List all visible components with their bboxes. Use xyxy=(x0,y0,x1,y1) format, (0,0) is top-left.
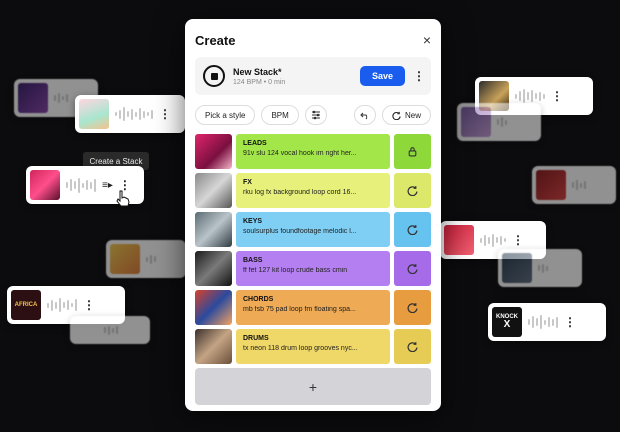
row-category: BASS xyxy=(243,257,263,264)
floating-track-card xyxy=(498,249,582,287)
stop-button[interactable] xyxy=(203,65,225,87)
album-thumbnail xyxy=(444,225,474,255)
refresh-icon[interactable] xyxy=(394,173,431,208)
add-layer-button[interactable]: + xyxy=(195,368,431,405)
pick-style-button[interactable]: Pick a style xyxy=(195,105,256,125)
row-category: KEYS xyxy=(243,218,263,225)
stack-name: New Stack* xyxy=(233,66,282,77)
album-thumbnail xyxy=(110,244,140,274)
stack-row[interactable]: KEYS soulsurplus foundfootage melodic l..… xyxy=(195,212,431,247)
album-art-text: AFRICA xyxy=(14,302,38,308)
row-sample-name: tx neon 118 drum loop grooves nyc... xyxy=(243,345,358,352)
album-thumbnail xyxy=(79,99,109,129)
row-category: FX xyxy=(243,179,252,186)
more-options-icon[interactable]: ⋮ xyxy=(564,316,576,328)
stack-row[interactable]: LEADS 91v slu 124 vocal hook im right her… xyxy=(195,134,431,169)
row-category: LEADS xyxy=(243,140,267,147)
more-options-icon[interactable]: ⋮ xyxy=(159,108,171,120)
row-body[interactable]: LEADS 91v slu 124 vocal hook im right her… xyxy=(236,134,390,169)
album-thumbnail xyxy=(461,107,491,137)
refresh-icon[interactable] xyxy=(394,251,431,286)
album-thumbnail xyxy=(18,83,48,113)
floating-track-card xyxy=(532,166,616,204)
waveform xyxy=(538,258,548,278)
refresh-icon[interactable] xyxy=(394,290,431,325)
row-body[interactable]: BASS ff fet 127 kit loop crude bass cmin xyxy=(236,251,390,286)
album-thumbnail xyxy=(30,170,60,200)
bpm-button[interactable]: BPM xyxy=(261,105,299,125)
floating-track-card[interactable]: KNOCK X ⋮ xyxy=(488,303,606,341)
waveform xyxy=(528,312,558,332)
floating-track-card xyxy=(106,240,186,278)
stack-header: New Stack* 124 BPM • 0 min Save ⋮ xyxy=(195,57,431,95)
close-icon[interactable]: × xyxy=(423,32,431,48)
more-options-icon[interactable]: ⋮ xyxy=(551,90,563,102)
row-body[interactable]: KEYS soulsurplus foundfootage melodic l..… xyxy=(236,212,390,247)
waveform xyxy=(47,295,77,315)
hand-cursor-icon xyxy=(116,190,130,207)
album-art-text: X xyxy=(503,319,511,330)
lock-icon[interactable] xyxy=(394,134,431,169)
row-sample-name: mb fsb 75 pad loop fm floating spa... xyxy=(243,306,356,313)
sliders-glyph xyxy=(311,110,320,120)
stack-row[interactable]: DRUMS tx neon 118 drum loop grooves nyc..… xyxy=(195,329,431,364)
more-options-icon[interactable]: ⋮ xyxy=(413,70,425,82)
toolbar: Pick a style BPM New xyxy=(195,105,431,125)
row-sample-name: ff fet 127 kit loop crude bass cmin xyxy=(243,267,348,274)
waveform xyxy=(54,88,68,108)
row-category: DRUMS xyxy=(243,335,269,342)
floating-track-card xyxy=(70,316,150,344)
waveform xyxy=(146,249,156,269)
album-thumbnail: KNOCK X xyxy=(492,307,522,337)
waveform xyxy=(115,104,153,124)
more-options-icon[interactable]: ⋮ xyxy=(83,299,95,311)
create-dialog: Create × New Stack* 124 BPM • 0 min Save… xyxy=(185,19,441,411)
stack-meta: 124 BPM • 0 min xyxy=(233,78,286,86)
create-stack-icon[interactable]: ≡▸ xyxy=(102,180,113,191)
row-sample-name: rku log fx background loop cord 16... xyxy=(243,189,357,196)
row-sample-name: soulsurplus foundfootage melodic l... xyxy=(243,228,357,235)
waveform xyxy=(66,175,96,195)
row-body[interactable]: FX rku log fx background loop cord 16... xyxy=(236,173,390,208)
undo-icon[interactable] xyxy=(353,105,376,125)
row-body[interactable]: CHORDS mb fsb 75 pad loop fm floating spa… xyxy=(236,290,390,325)
new-button[interactable]: New xyxy=(381,105,431,125)
row-thumbnail xyxy=(195,134,232,169)
stack-rows: LEADS 91v slu 124 vocal hook im right her… xyxy=(195,134,431,364)
sliders-icon[interactable] xyxy=(304,105,327,125)
refresh-icon xyxy=(392,111,401,120)
floating-track-card xyxy=(457,103,541,141)
waveform xyxy=(104,320,118,340)
album-thumbnail: AFRICA xyxy=(11,290,41,320)
refresh-icon[interactable] xyxy=(394,212,431,247)
row-thumbnail xyxy=(195,251,232,286)
stack-row[interactable]: FX rku log fx background loop cord 16... xyxy=(195,173,431,208)
dialog-title: Create xyxy=(195,32,236,48)
stop-icon xyxy=(210,72,218,80)
floating-track-card[interactable]: ⋮ xyxy=(75,95,185,133)
row-category: CHORDS xyxy=(243,296,274,303)
waveform xyxy=(572,175,586,195)
undo-glyph xyxy=(360,112,368,120)
waveform xyxy=(497,112,507,132)
row-sample-name: 91v slu 124 vocal hook im right her... xyxy=(243,150,357,157)
row-body[interactable]: DRUMS tx neon 118 drum loop grooves nyc..… xyxy=(236,329,390,364)
album-thumbnail xyxy=(536,170,566,200)
stack-info: New Stack* 124 BPM • 0 min xyxy=(233,67,352,86)
row-thumbnail xyxy=(195,173,232,208)
stack-row[interactable]: CHORDS mb fsb 75 pad loop fm floating spa… xyxy=(195,290,431,325)
album-thumbnail xyxy=(502,253,532,283)
new-label: New xyxy=(404,110,421,120)
refresh-icon[interactable] xyxy=(394,329,431,364)
more-options-icon[interactable]: ⋮ xyxy=(512,234,524,246)
row-thumbnail xyxy=(195,329,232,364)
dialog-header: Create × xyxy=(195,27,431,53)
save-button[interactable]: Save xyxy=(359,66,405,86)
row-thumbnail xyxy=(195,290,232,325)
waveform xyxy=(480,230,506,250)
stack-row[interactable]: BASS ff fet 127 kit loop crude bass cmin xyxy=(195,251,431,286)
row-thumbnail xyxy=(195,212,232,247)
